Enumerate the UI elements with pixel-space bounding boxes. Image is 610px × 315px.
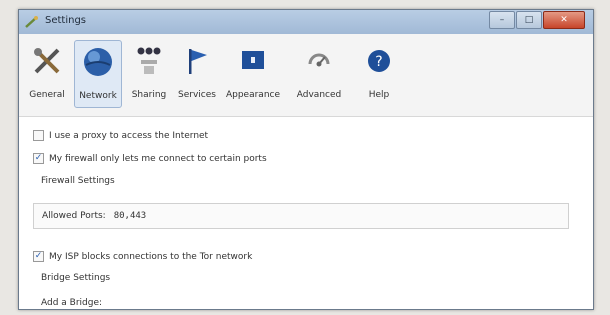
settings-toolbar: General Network Sharing Services Appeara… [19, 34, 593, 117]
firewall-settings-heading: Firewall Settings [41, 176, 115, 186]
firewall-label: My firewall only lets me connect to cert… [49, 153, 267, 164]
tab-services[interactable]: Services [173, 40, 221, 108]
title-bar[interactable]: Settings – □ ✕ [19, 10, 593, 35]
allowed-ports-label: Allowed Ports: [42, 211, 106, 221]
allowed-ports-field: Allowed Ports: 80,443 [33, 203, 569, 229]
bridge-settings-heading: Bridge Settings [41, 273, 111, 283]
window-controls: – □ ✕ [488, 11, 585, 29]
network-globe-icon [84, 48, 112, 76]
minimize-button[interactable]: – [489, 11, 515, 29]
close-button[interactable]: ✕ [543, 11, 585, 29]
flag-icon [189, 49, 207, 74]
allowed-ports-input[interactable]: 80,443 [114, 211, 147, 221]
proxy-checkbox[interactable] [33, 130, 44, 141]
maximize-button[interactable]: □ [516, 11, 542, 29]
help-icon: ? [368, 50, 390, 72]
sharing-icon [137, 47, 161, 74]
tab-advanced[interactable]: Advanced [295, 40, 343, 108]
proxy-label: I use a proxy to access the Internet [49, 130, 209, 141]
proxy-option[interactable]: I use a proxy to access the Internet [33, 130, 208, 141]
isp-label: My ISP blocks connections to the Tor net… [49, 251, 253, 262]
firewall-checkbox[interactable]: ✓ [33, 153, 44, 164]
window-title: Settings [45, 15, 87, 26]
svg-text:?: ? [375, 54, 382, 70]
app-icon [25, 16, 38, 28]
tab-services-label: Services [178, 90, 216, 100]
general-icon [34, 48, 60, 74]
tab-sharing[interactable]: Sharing [125, 40, 173, 108]
tab-appearance[interactable]: Appearance [226, 40, 280, 108]
settings-window: Settings – □ ✕ General Network Sharing S… [18, 9, 594, 310]
tab-network[interactable]: Network [74, 40, 122, 108]
tab-help-label: Help [368, 90, 390, 100]
isp-option[interactable]: ✓ My ISP blocks connections to the Tor n… [33, 251, 252, 262]
tab-help[interactable]: ? Help [355, 40, 403, 108]
isp-checkbox[interactable]: ✓ [33, 251, 44, 262]
tab-appearance-label: Appearance [225, 90, 281, 100]
appearance-icon [242, 51, 264, 69]
network-settings-panel: I use a proxy to access the Internet ✓ M… [19, 117, 593, 309]
firewall-option[interactable]: ✓ My firewall only lets me connect to ce… [33, 153, 267, 164]
add-bridge-label: Add a Bridge: [41, 298, 103, 308]
tab-advanced-label: Advanced [296, 90, 342, 100]
tab-general[interactable]: General [23, 40, 71, 108]
advanced-icon [308, 53, 330, 67]
